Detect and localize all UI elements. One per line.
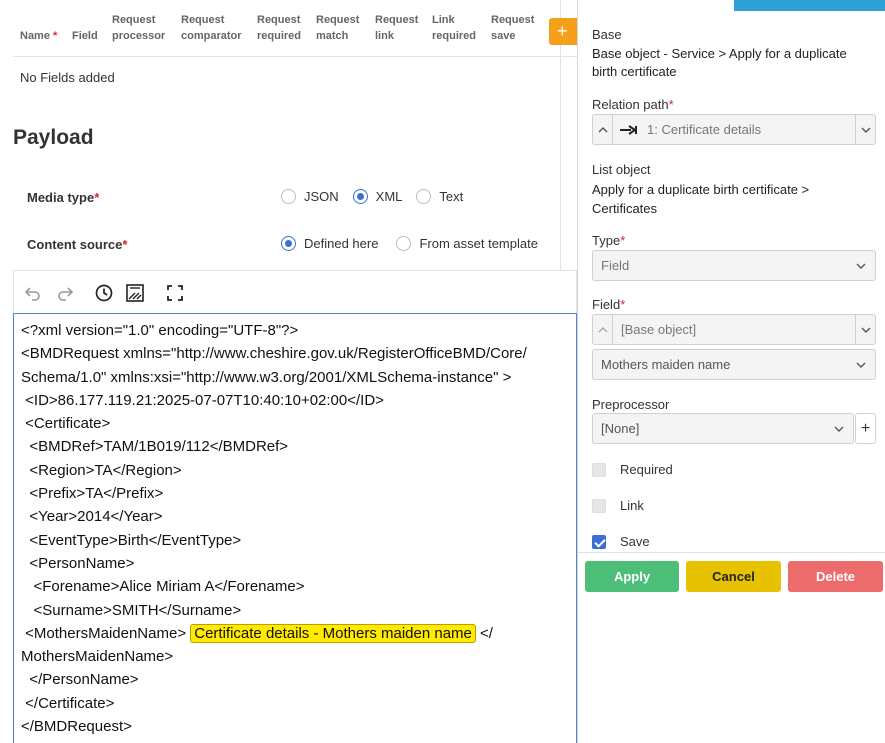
code-line: <BMDRequest xmlns="http://www.cheshire.g… [21, 345, 527, 363]
media-type-option-xml[interactable]: XML [352, 189, 402, 204]
column-header-request-comparator[interactable]: Request comparator [181, 12, 242, 44]
content-source-option-asset-template[interactable]: From asset template [396, 236, 538, 251]
base-value: Base object - Service > Apply for a dupl… [592, 46, 847, 79]
relation-path-value: 1: Certificate details [647, 122, 762, 137]
column-header-request-link[interactable]: Request link [375, 12, 418, 44]
type-select[interactable]: Field [592, 250, 876, 281]
chevron-down-icon[interactable] [847, 361, 875, 369]
fullscreen-icon[interactable] [164, 282, 186, 304]
relation-path-select[interactable]: 1: Certificate details [592, 114, 876, 145]
field-placeholder-token[interactable]: Certificate details - Mothers maiden nam… [190, 623, 476, 643]
column-header-request-required[interactable]: Request required [257, 12, 301, 44]
field-path-select[interactable]: [Base object] [592, 314, 876, 345]
column-header-request-save[interactable]: Request save [491, 12, 534, 44]
column-header-request-match[interactable]: Request match [316, 12, 359, 44]
code-line: <Certificate> [21, 415, 111, 433]
format-icon[interactable] [124, 282, 146, 304]
link-checkbox-label: Link [620, 498, 644, 513]
field-mapping-side-panel: Base Base object - Service > Apply for a… [577, 0, 885, 743]
code-line-maiden-name: <MothersMaidenName> Certificate details … [21, 623, 493, 643]
preprocessor-value: [None] [601, 421, 640, 436]
code-line: <Region>TA</Region> [21, 461, 182, 479]
undo-icon[interactable] [22, 282, 44, 304]
code-line: <PersonName> [21, 554, 135, 572]
editor-toolbar [13, 270, 577, 314]
content-source-label: Content source* [27, 237, 128, 252]
media-type-label: Media type* [27, 190, 100, 205]
empty-fields-message: No Fields added [20, 70, 115, 85]
code-line: <?xml version="1.0" encoding="UTF-8"?> [21, 322, 299, 339]
code-line: MothersMaidenName> [21, 648, 174, 666]
radio-text[interactable] [416, 189, 432, 204]
content-source-option-defined-here[interactable]: Defined here [281, 236, 378, 251]
code-line: <Year>2014</Year> [21, 508, 163, 526]
column-header-name[interactable]: Name * [20, 28, 57, 44]
relation-path-label: Relation path* [592, 97, 674, 112]
radio-xml[interactable] [352, 189, 368, 204]
xml-code-editor[interactable]: <?xml version="1.0" encoding="UTF-8"?> <… [13, 313, 577, 743]
panel-top-tab[interactable] [734, 0, 885, 11]
add-preprocessor-button[interactable]: + [855, 413, 876, 444]
divider [578, 552, 885, 553]
required-checkbox-row[interactable]: Required [592, 462, 673, 477]
media-type-option-json[interactable]: JSON [281, 189, 339, 204]
apply-button[interactable]: Apply [585, 561, 679, 592]
column-header-field[interactable]: Field [72, 28, 98, 44]
content-source-radio-group: Defined here From asset template [281, 236, 558, 251]
code-line: <BMDRef>TAM/1B019/112</BMDRef> [21, 438, 289, 456]
code-line: Schema/1.0" xmlns:xsi="http://www.w3.org… [21, 368, 512, 386]
code-line: <Forename>Alice Miriam A</Forename> [21, 578, 305, 596]
chevron-down-icon[interactable] [847, 262, 875, 270]
cancel-button[interactable]: Cancel [686, 561, 781, 592]
required-checkbox-label: Required [620, 462, 673, 477]
code-line: <Surname>SMITH</Surname> [21, 601, 242, 619]
type-value: Field [601, 258, 630, 273]
relation-link-icon [613, 124, 639, 136]
field-label: Field* [592, 297, 626, 312]
column-header-request-processor[interactable]: Request processor [112, 12, 165, 44]
radio-json[interactable] [281, 189, 296, 204]
chevron-up-icon[interactable] [593, 115, 613, 144]
save-checkbox-row[interactable]: Save [592, 534, 650, 549]
chevron-down-icon[interactable] [855, 115, 875, 144]
link-checkbox-row[interactable]: Link [592, 498, 644, 513]
payload-editor-panel: Name * Field Request processor Request com… [0, 0, 577, 743]
base-label: Base [592, 27, 622, 42]
list-object-value: Apply for a duplicate birth certificate … [592, 182, 810, 216]
code-line: </PersonName> [21, 671, 139, 689]
column-header-link-required[interactable]: Link required [432, 12, 476, 44]
preprocessor-select[interactable]: [None] [592, 413, 854, 444]
required-checkbox[interactable] [592, 462, 606, 477]
add-field-button[interactable]: + [549, 18, 577, 45]
history-icon[interactable] [93, 282, 115, 304]
code-line: <Prefix>TA</Prefix> [21, 485, 164, 503]
section-title-payload: Payload [13, 126, 94, 149]
code-line: <EventType>Birth</EventType> [21, 531, 242, 549]
chevron-up-icon[interactable] [593, 315, 613, 344]
media-type-radio-group: JSON XML Text [281, 189, 483, 204]
fields-table-header: Name * Field Request processor Request com… [13, 8, 577, 57]
radio-defined-here[interactable] [281, 236, 296, 251]
chevron-down-icon[interactable] [855, 315, 875, 344]
code-line: </Certificate> [21, 694, 115, 712]
type-label: Type* [592, 233, 626, 248]
field-path-value: [Base object] [621, 322, 697, 337]
preprocessor-label: Preprocessor [592, 397, 670, 412]
chevron-down-icon[interactable] [825, 425, 853, 433]
radio-asset-template[interactable] [396, 236, 412, 251]
media-type-option-text[interactable]: Text [416, 189, 463, 204]
save-checkbox-label: Save [620, 534, 650, 549]
code-line: </BMDRequest> [21, 718, 132, 736]
code-line: <ID>86.177.119.21:2025-07-07T10:40:10+02… [21, 391, 384, 409]
link-checkbox[interactable] [592, 498, 606, 513]
save-checkbox[interactable] [592, 534, 606, 549]
redo-icon[interactable] [54, 282, 76, 304]
field-value: Mothers maiden name [601, 357, 731, 372]
delete-button[interactable]: Delete [788, 561, 883, 592]
list-object-label: List object [592, 162, 651, 177]
field-select[interactable]: Mothers maiden name [592, 349, 876, 380]
